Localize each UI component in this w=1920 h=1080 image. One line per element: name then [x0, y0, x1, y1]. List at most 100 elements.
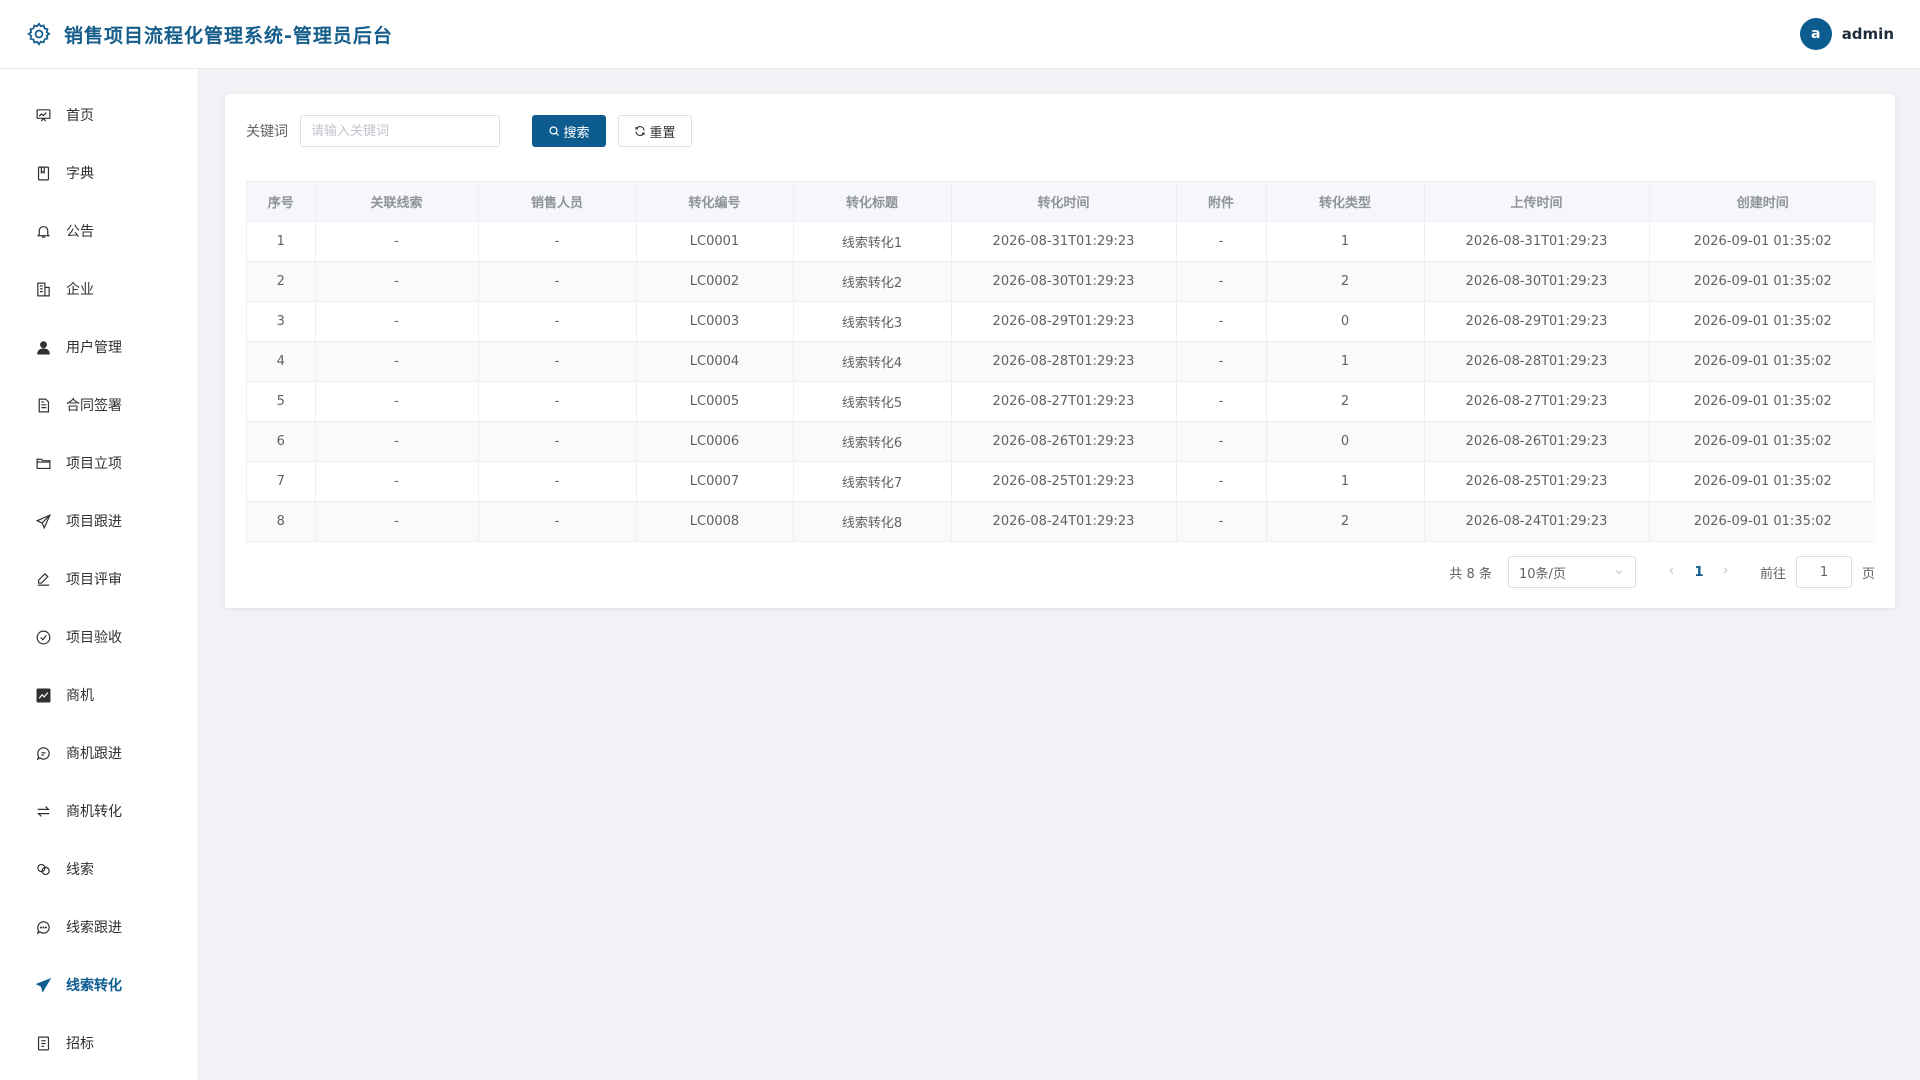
- sidebar-item-label: 项目评审: [66, 572, 122, 588]
- sidebar-item-label: 线索转化: [66, 978, 122, 994]
- table-cell: 2026-09-01 01:35:02: [1649, 221, 1876, 262]
- table-cell: -: [315, 461, 479, 502]
- sidebar-item-label: 用户管理: [66, 340, 122, 356]
- sidebar-item-15[interactable]: 线索转化: [0, 956, 198, 1014]
- table-cell: -: [1176, 301, 1267, 342]
- table-cell: 2026-08-24T01:29:23: [1424, 501, 1650, 541]
- link-icon: [34, 860, 52, 878]
- column-header: 附件: [1176, 182, 1267, 222]
- sidebar-item-1[interactable]: 字典: [0, 144, 198, 202]
- sidebar-item-11[interactable]: 商机跟进: [0, 724, 198, 782]
- sidebar-item-label: 商机: [66, 688, 94, 704]
- table-row[interactable]: 8- - LC0008 线索转化8 2026-08-24T01:29:23-2 2026-…: [247, 501, 1876, 541]
- table-cell: 2: [1266, 381, 1425, 422]
- page-size-select[interactable]: 10条/页: [1507, 556, 1636, 588]
- username[interactable]: admin: [1842, 25, 1894, 43]
- table-cell: 3: [247, 301, 316, 342]
- sidebar-item-2[interactable]: 公告: [0, 202, 198, 260]
- keyword-input[interactable]: [300, 115, 500, 147]
- table-row[interactable]: 4- - LC0004 线索转化4 2026-08-28T01:29:23-1 2026-…: [247, 341, 1876, 382]
- sidebar: 首页字典公告企业用户管理合同签署项目立项 项目跟进项目评审项目验收商机商机跟进商机…: [0, 69, 199, 1080]
- table-cell: -: [478, 381, 637, 422]
- table-row[interactable]: 5- - LC0005 线索转化5 2026-08-27T01:29:23-2 2026-…: [247, 381, 1876, 422]
- sidebar-item-9[interactable]: 项目验收: [0, 608, 198, 666]
- table-cell: 2026-08-30T01:29:23: [1424, 261, 1650, 302]
- pagination: 共 8 条 10条/页 1 前往 页: [1449, 556, 1875, 588]
- table-row[interactable]: 7- - LC0007 线索转化7 2026-08-25T01:29:23-1 2026-…: [247, 461, 1876, 502]
- page-suffix: 页: [1861, 566, 1875, 582]
- table-cell: -: [478, 261, 637, 302]
- table-cell: 2026-09-01 01:35:02: [1649, 461, 1876, 502]
- table-cell: LC0001: [636, 221, 794, 262]
- data-table: 序号 关联线索 销售人员 转化编号 转化标题 转化时间 附件 转化类型 上传时间 创建时间 1--…: [246, 181, 1876, 542]
- table-cell: 1: [247, 221, 316, 262]
- table-row[interactable]: 2- - LC0002 线索转化2 2026-08-30T01:29:23-2 2026-…: [247, 261, 1876, 302]
- prev-page-button[interactable]: [1660, 564, 1684, 580]
- column-header: 转化类型: [1266, 182, 1425, 222]
- chevron-left-icon: [1669, 567, 1674, 574]
- avatar[interactable]: a: [1799, 18, 1832, 50]
- sidebar-item-6[interactable]: 项目立项: [0, 434, 198, 492]
- table-cell: 2026-08-28T01:29:23: [951, 341, 1177, 382]
- table-cell: 2026-09-01 01:35:02: [1649, 261, 1876, 302]
- table-row[interactable]: 3- - LC0003 线索转化3 2026-08-29T01:29:23-0 2026-…: [247, 301, 1876, 342]
- total-count: 共 8 条: [1449, 566, 1492, 582]
- sidebar-item-7[interactable]: 项目跟进: [0, 492, 198, 550]
- sidebar-item-14[interactable]: 线索跟进: [0, 898, 198, 956]
- sidebar-item-label: 合同签署: [66, 398, 122, 414]
- sidebar-item-12[interactable]: 商机转化: [0, 782, 198, 840]
- sidebar-item-13[interactable]: 线索: [0, 840, 198, 898]
- table-row[interactable]: 1- - LC0001 线索转化1 2026-08-31T01:29:23-1 2026-…: [247, 221, 1876, 262]
- dashboard-icon: [34, 106, 52, 124]
- building-icon: [34, 280, 52, 298]
- search-button[interactable]: 搜索: [532, 115, 606, 147]
- table-cell: 2: [247, 261, 316, 302]
- sidebar-item-3[interactable]: 企业: [0, 260, 198, 318]
- table-cell: 2026-08-29T01:29:23: [951, 301, 1177, 342]
- table-cell: 2026-08-29T01:29:23: [1424, 301, 1650, 342]
- table-cell: -: [315, 341, 479, 382]
- table-cell: 2026-08-30T01:29:23: [951, 261, 1177, 302]
- next-page-button[interactable]: [1714, 564, 1738, 580]
- table-cell: LC0002: [636, 261, 794, 302]
- chevron-right-icon: [1724, 567, 1729, 574]
- document-icon: [34, 396, 52, 414]
- sidebar-item-label: 企业: [66, 282, 94, 298]
- table-cell: 线索转化5: [793, 381, 952, 422]
- goto-page-input[interactable]: [1795, 556, 1852, 588]
- table-cell: 2026-08-31T01:29:23: [1424, 221, 1650, 262]
- table-cell: 2026-08-26T01:29:23: [1424, 421, 1650, 462]
- user-menu[interactable]: a admin: [1799, 18, 1894, 50]
- bell-icon: [34, 222, 52, 240]
- column-header: 上传时间: [1424, 182, 1650, 222]
- sidebar-item-8[interactable]: 项目评审: [0, 550, 198, 608]
- book-icon: [34, 164, 52, 182]
- table-cell: LC0008: [636, 501, 794, 541]
- table-cell: -: [478, 461, 637, 502]
- table-cell: 2026-08-27T01:29:23: [1424, 381, 1650, 422]
- table-cell: -: [478, 301, 637, 342]
- table-cell: -: [478, 341, 637, 382]
- sidebar-item-16[interactable]: 招标: [0, 1014, 198, 1072]
- table-cell: 2026-08-31T01:29:23: [951, 221, 1177, 262]
- sidebar-item-5[interactable]: 合同签署: [0, 376, 198, 434]
- content-card: 关键词 搜索 重置 序号关联线索销售人员转化编号转化标题转化时间附件转化类型上传…: [225, 94, 1895, 608]
- edit-icon: [34, 570, 52, 588]
- sidebar-item-10[interactable]: 商机: [0, 666, 198, 724]
- sidebar-item-0[interactable]: 首页: [0, 86, 198, 144]
- sidebar-item-label: 商机跟进: [66, 746, 122, 762]
- table-cell: -: [1176, 221, 1267, 262]
- table-cell: -: [315, 301, 479, 342]
- column-header: 转化时间: [951, 182, 1177, 222]
- table-cell: 7: [247, 461, 316, 502]
- table-row[interactable]: 6- - LC0006 线索转化6 2026-08-26T01:29:23-0 2026-…: [247, 421, 1876, 462]
- gear-icon: [26, 21, 52, 47]
- table-cell: 2026-09-01 01:35:02: [1649, 341, 1876, 382]
- reset-button[interactable]: 重置: [618, 115, 692, 147]
- sidebar-item-label: 字典: [66, 166, 94, 182]
- page-number-current[interactable]: 1: [1684, 565, 1714, 580]
- sidebar-item-label: 公告: [66, 224, 94, 240]
- tickets-icon: [34, 1034, 52, 1052]
- table-cell: -: [478, 501, 637, 541]
- sidebar-item-4[interactable]: 用户管理: [0, 318, 198, 376]
